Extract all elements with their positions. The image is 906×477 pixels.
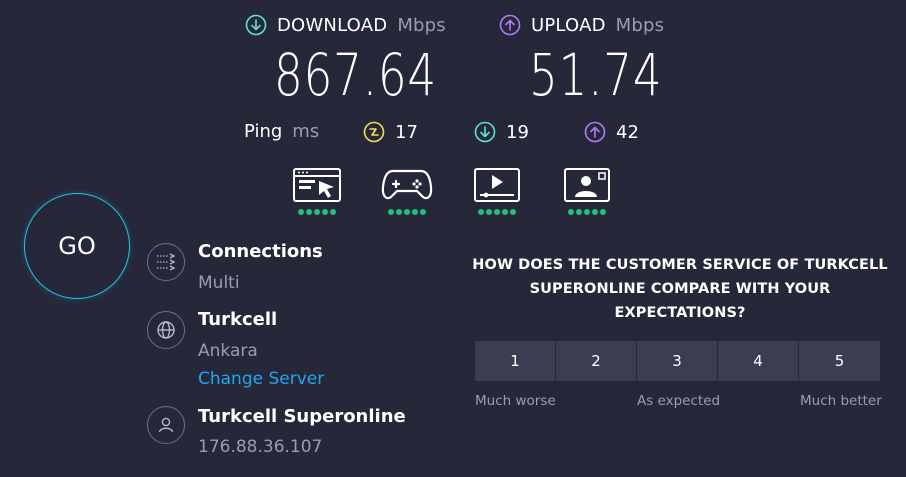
server-location: Ankara: [198, 341, 258, 361]
web-browsing-dots: [298, 209, 336, 215]
gaming-icon: [381, 169, 433, 200]
video-chat-rating[interactable]: [557, 167, 617, 215]
video-streaming-rating[interactable]: [467, 167, 527, 215]
scale-high-label: Much better: [800, 393, 882, 409]
download-speed-value: 867.64: [274, 41, 437, 109]
video-streaming-icon: [474, 168, 520, 202]
scale-low-label: Much worse: [475, 393, 556, 409]
ping-unit: ms: [292, 121, 320, 142]
globe-icon: [147, 311, 185, 349]
ping-label: Ping: [244, 121, 283, 142]
survey-question-line: SUPERONLINE COMPARE WITH YOUR: [529, 281, 831, 297]
video-chat-dots: [568, 209, 606, 215]
upload-speed-value: 51.74: [529, 41, 663, 109]
ping-row: Ping ms: [244, 121, 319, 142]
web-browsing-rating[interactable]: [287, 167, 347, 215]
video-streaming-dots: [478, 209, 516, 215]
rating-option-3[interactable]: 3: [637, 341, 718, 381]
upload-label: UPLOAD: [531, 14, 606, 36]
connections-title: Connections: [198, 241, 323, 262]
upload-arrow-icon: [499, 14, 521, 36]
download-ping: 19: [474, 121, 529, 143]
web-browsing-icon: [293, 168, 341, 202]
rating-option-2[interactable]: 2: [556, 341, 637, 381]
download-header: DOWNLOAD Mbps: [245, 14, 446, 36]
video-chat-icon: [564, 168, 610, 202]
download-ping-icon: [474, 121, 496, 143]
rating-option-1[interactable]: 1: [475, 341, 556, 381]
go-button-label: GO: [58, 232, 96, 260]
connections-icon: [147, 243, 185, 281]
download-unit: Mbps: [397, 14, 446, 36]
rating-option-4[interactable]: 4: [718, 341, 799, 381]
scale-mid-label: As expected: [637, 393, 721, 409]
download-ping-value: 19: [506, 121, 529, 143]
idle-ping-icon: [363, 121, 385, 143]
survey-question-line: HOW DOES THE CUSTOMER SERVICE OF TURKCEL…: [472, 257, 888, 273]
gaming-dots: [388, 209, 426, 215]
provider-name: Turkcell Superonline: [198, 406, 406, 427]
download-label: DOWNLOAD: [277, 14, 388, 36]
upload-ping-icon: [584, 121, 606, 143]
ip-address: 176.88.36.107: [198, 437, 323, 457]
user-icon: [147, 406, 185, 444]
rating-option-5[interactable]: 5: [799, 341, 880, 381]
upload-ping: 42: [584, 121, 639, 143]
idle-ping-value: 17: [395, 121, 418, 143]
idle-ping: 17: [363, 121, 418, 143]
survey-question-line: EXPECTATIONS?: [614, 305, 746, 321]
server-name: Turkcell: [198, 309, 278, 330]
upload-ping-value: 42: [616, 121, 639, 143]
upload-header: UPLOAD Mbps: [499, 14, 664, 36]
go-button[interactable]: GO: [24, 193, 130, 299]
rating-options: 1 2 3 4 5: [475, 341, 880, 381]
change-server-link[interactable]: Change Server: [198, 369, 324, 389]
download-arrow-icon: [245, 14, 267, 36]
connections-value[interactable]: Multi: [198, 273, 240, 293]
survey-question: HOW DOES THE CUSTOMER SERVICE OF TURKCEL…: [470, 253, 890, 325]
upload-unit: Mbps: [615, 14, 665, 36]
gaming-rating[interactable]: [377, 167, 437, 215]
